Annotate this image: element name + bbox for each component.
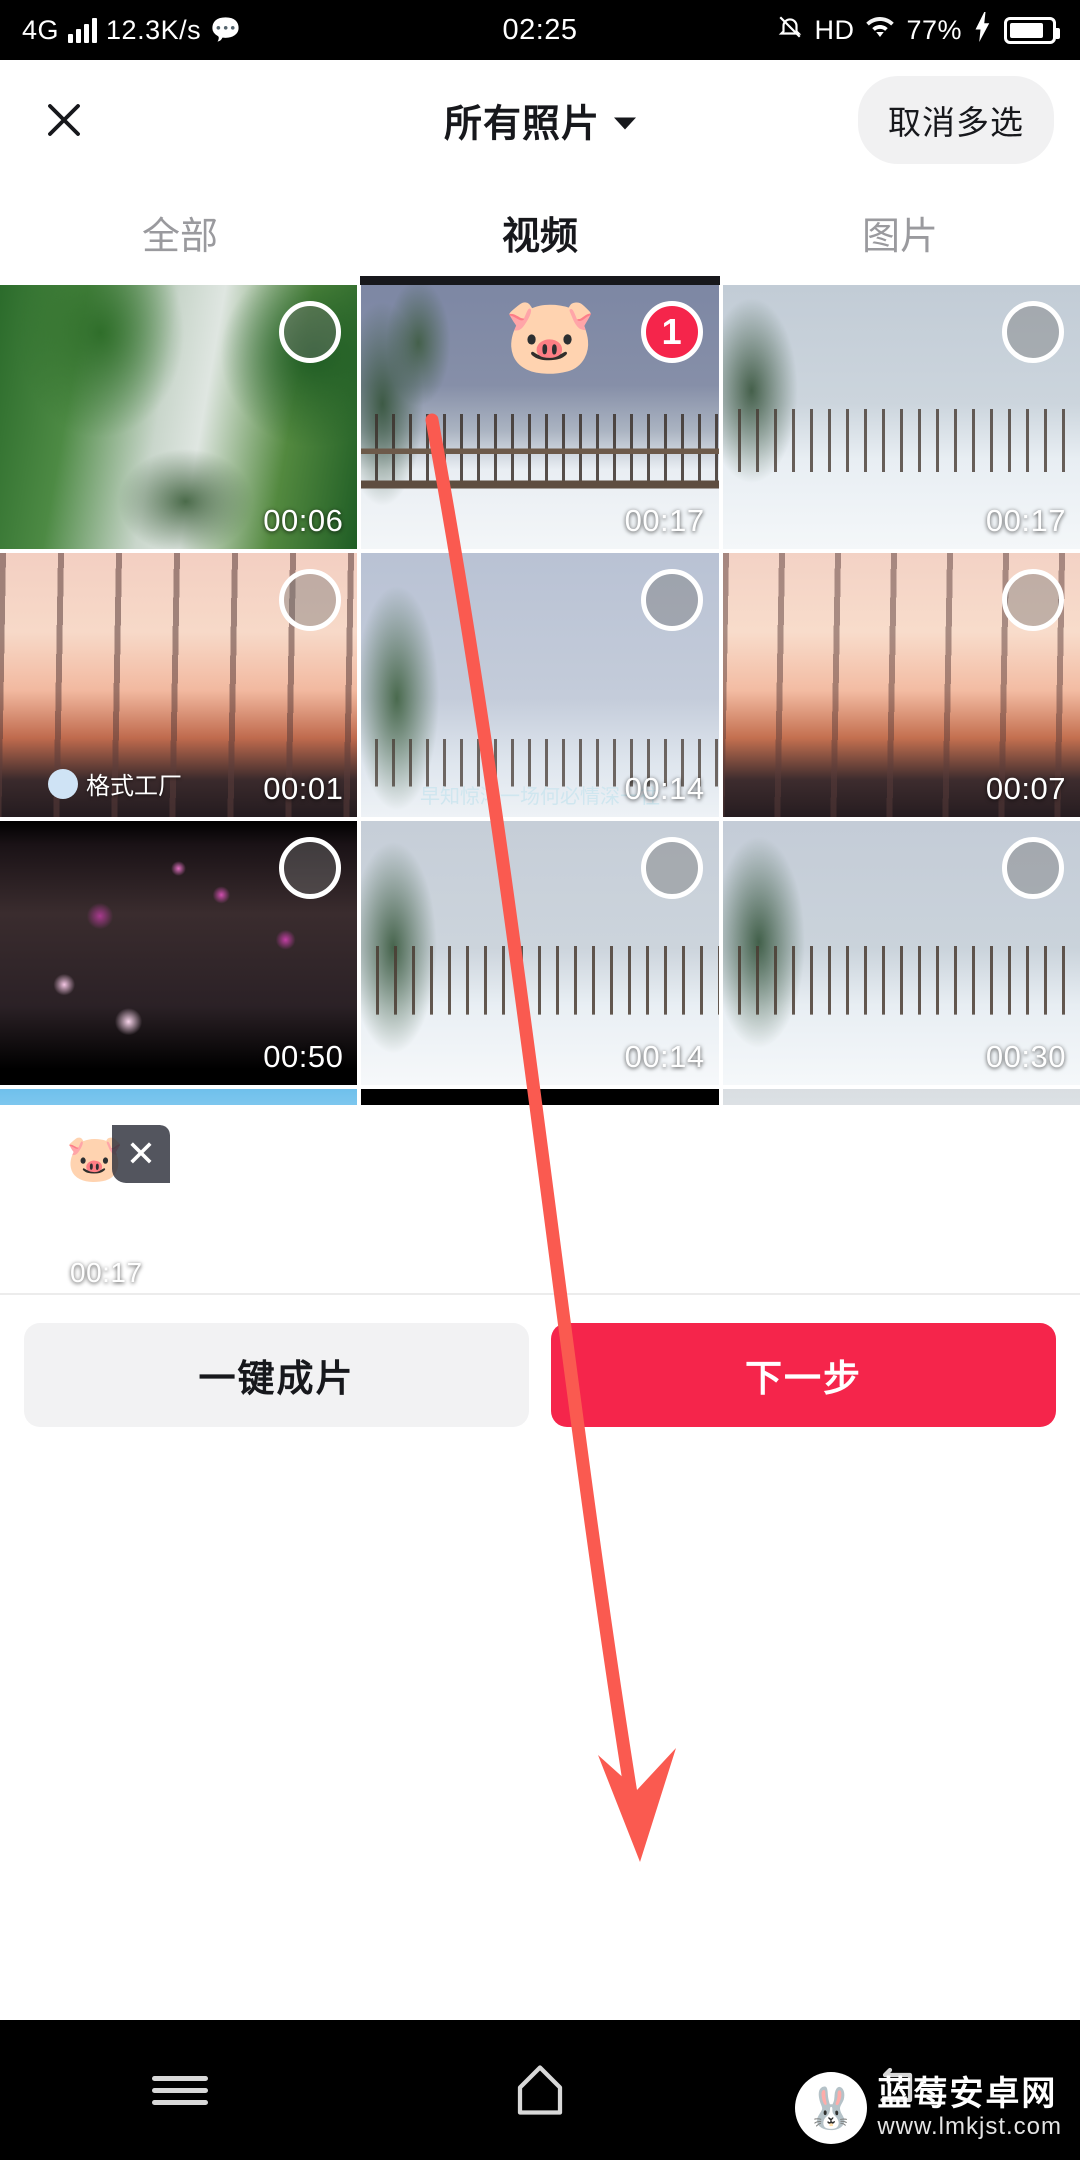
- select-checkbox[interactable]: [279, 837, 342, 899]
- duration-label: 00:14: [624, 1039, 705, 1074]
- duration-label: 00:01: [263, 771, 344, 806]
- tab-indicator: [0, 276, 360, 285]
- chevron-down-icon: [614, 117, 636, 129]
- battery-icon: [1004, 16, 1060, 44]
- rabbit-icon: 🐰: [795, 2072, 868, 2144]
- next-step-button[interactable]: 下一步: [551, 1323, 1056, 1427]
- media-grid-item[interactable]: 00:06: [0, 285, 358, 549]
- home-icon[interactable]: [503, 2053, 577, 2127]
- duration-label: 00:07: [985, 771, 1066, 806]
- selected-media-tray: 🐷 ✕ 00:17: [0, 1105, 1080, 1295]
- tab-video[interactable]: 视频: [360, 180, 720, 285]
- cancel-multiselect-button[interactable]: 取消多选: [858, 76, 1054, 164]
- site-watermark-text: 蓝莓安卓网 www.lmkjst.com: [877, 2075, 1062, 2140]
- status-bar: 4G 12.3K/s 💬 02:25 HD 77%: [0, 0, 1080, 60]
- tab-image[interactable]: 图片: [720, 180, 1080, 285]
- duration-label: 00:17: [70, 1257, 143, 1288]
- media-grid[interactable]: 00:06 🐷 1 00:17 00:17 格式工厂 00:01 早知惊鸿一场何…: [0, 285, 1080, 1105]
- watermark-label: 格式工厂: [86, 773, 182, 800]
- media-grid-item[interactable]: 00:50: [0, 821, 358, 1085]
- media-grid-item-selected[interactable]: 🐷 1 00:17: [361, 285, 719, 549]
- tab-video-label: 视频: [501, 216, 578, 258]
- tab-all[interactable]: 全部: [0, 180, 360, 285]
- thumbnail-birds-snow: [0, 1089, 358, 1105]
- duration-label: 00:14: [624, 771, 705, 806]
- tab-indicator-active: [360, 276, 720, 285]
- remove-selection-icon[interactable]: ✕: [112, 1125, 170, 1183]
- media-grid-item[interactable]: [722, 1089, 1080, 1105]
- select-checkbox[interactable]: [279, 301, 342, 363]
- tab-indicator: [720, 276, 1080, 285]
- page-title: 所有照片: [443, 103, 600, 146]
- thumbnail-snow-field-dark: [361, 1089, 719, 1105]
- select-checkbox[interactable]: [640, 837, 703, 899]
- media-grid-item[interactable]: [361, 1089, 719, 1105]
- bell-muted-icon: [777, 12, 803, 49]
- tray-item[interactable]: 🐷 ✕ 00:17: [22, 1125, 170, 1297]
- thumbnail-cloudy-sky: [722, 1089, 1080, 1105]
- duration-label: 00:17: [985, 503, 1066, 538]
- format-factory-logo-icon: [48, 768, 78, 799]
- divider: [0, 1293, 1080, 1295]
- select-checkbox[interactable]: [1002, 301, 1064, 363]
- duration-label: 00:06: [263, 503, 344, 538]
- select-checkbox[interactable]: [1002, 837, 1064, 899]
- status-right: HD 77%: [777, 0, 1060, 60]
- site-name: 蓝莓安卓网: [877, 2075, 1058, 2114]
- wifi-icon: [865, 14, 895, 47]
- action-bar: 一键成片 下一步: [0, 1295, 1080, 1461]
- bolt-icon: [973, 11, 993, 49]
- media-grid-item[interactable]: [0, 1089, 358, 1105]
- duration-label: 00:17: [624, 503, 705, 538]
- select-checkbox-selected[interactable]: 1: [640, 301, 703, 363]
- media-grid-item[interactable]: 00:14: [361, 821, 719, 1085]
- battery-percent: 77%: [906, 14, 962, 45]
- menu-icon[interactable]: [143, 2053, 217, 2127]
- select-checkbox[interactable]: [279, 569, 342, 631]
- pig-emoji-icon: 🐷: [504, 294, 597, 377]
- media-type-tabs: 全部 视频 图片: [0, 180, 1080, 285]
- system-nav-bar: 🐰 蓝莓安卓网 www.lmkjst.com: [0, 2020, 1080, 2160]
- select-checkbox[interactable]: [640, 569, 703, 631]
- photo-picker-sheet: 所有照片 取消多选 全部 视频 图片 00:06 🐷 1 00:17 00:17…: [0, 60, 1080, 2160]
- one-click-movie-button[interactable]: 一键成片: [24, 1323, 529, 1427]
- site-url: www.lmkjst.com: [877, 2112, 1062, 2140]
- header-bar: 所有照片 取消多选: [0, 60, 1080, 180]
- site-watermark: 🐰 蓝莓安卓网 www.lmkjst.com: [795, 2072, 1062, 2144]
- video-watermark: 格式工厂: [48, 766, 182, 801]
- tab-all-label: 全部: [141, 216, 218, 258]
- duration-label: 00:30: [985, 1039, 1066, 1074]
- select-checkbox[interactable]: [1002, 569, 1064, 631]
- media-grid-item[interactable]: 00:30: [722, 821, 1080, 1085]
- media-grid-item[interactable]: 格式工厂 00:01: [0, 553, 358, 817]
- duration-label: 00:50: [263, 1039, 344, 1074]
- media-grid-item[interactable]: 早知惊鸿一场何必情深一往 00:14: [361, 553, 719, 817]
- hd-indicator: HD: [814, 14, 855, 45]
- media-grid-item[interactable]: 00:07: [722, 553, 1080, 817]
- media-grid-item[interactable]: 00:17: [722, 285, 1080, 549]
- tab-image-label: 图片: [861, 216, 938, 258]
